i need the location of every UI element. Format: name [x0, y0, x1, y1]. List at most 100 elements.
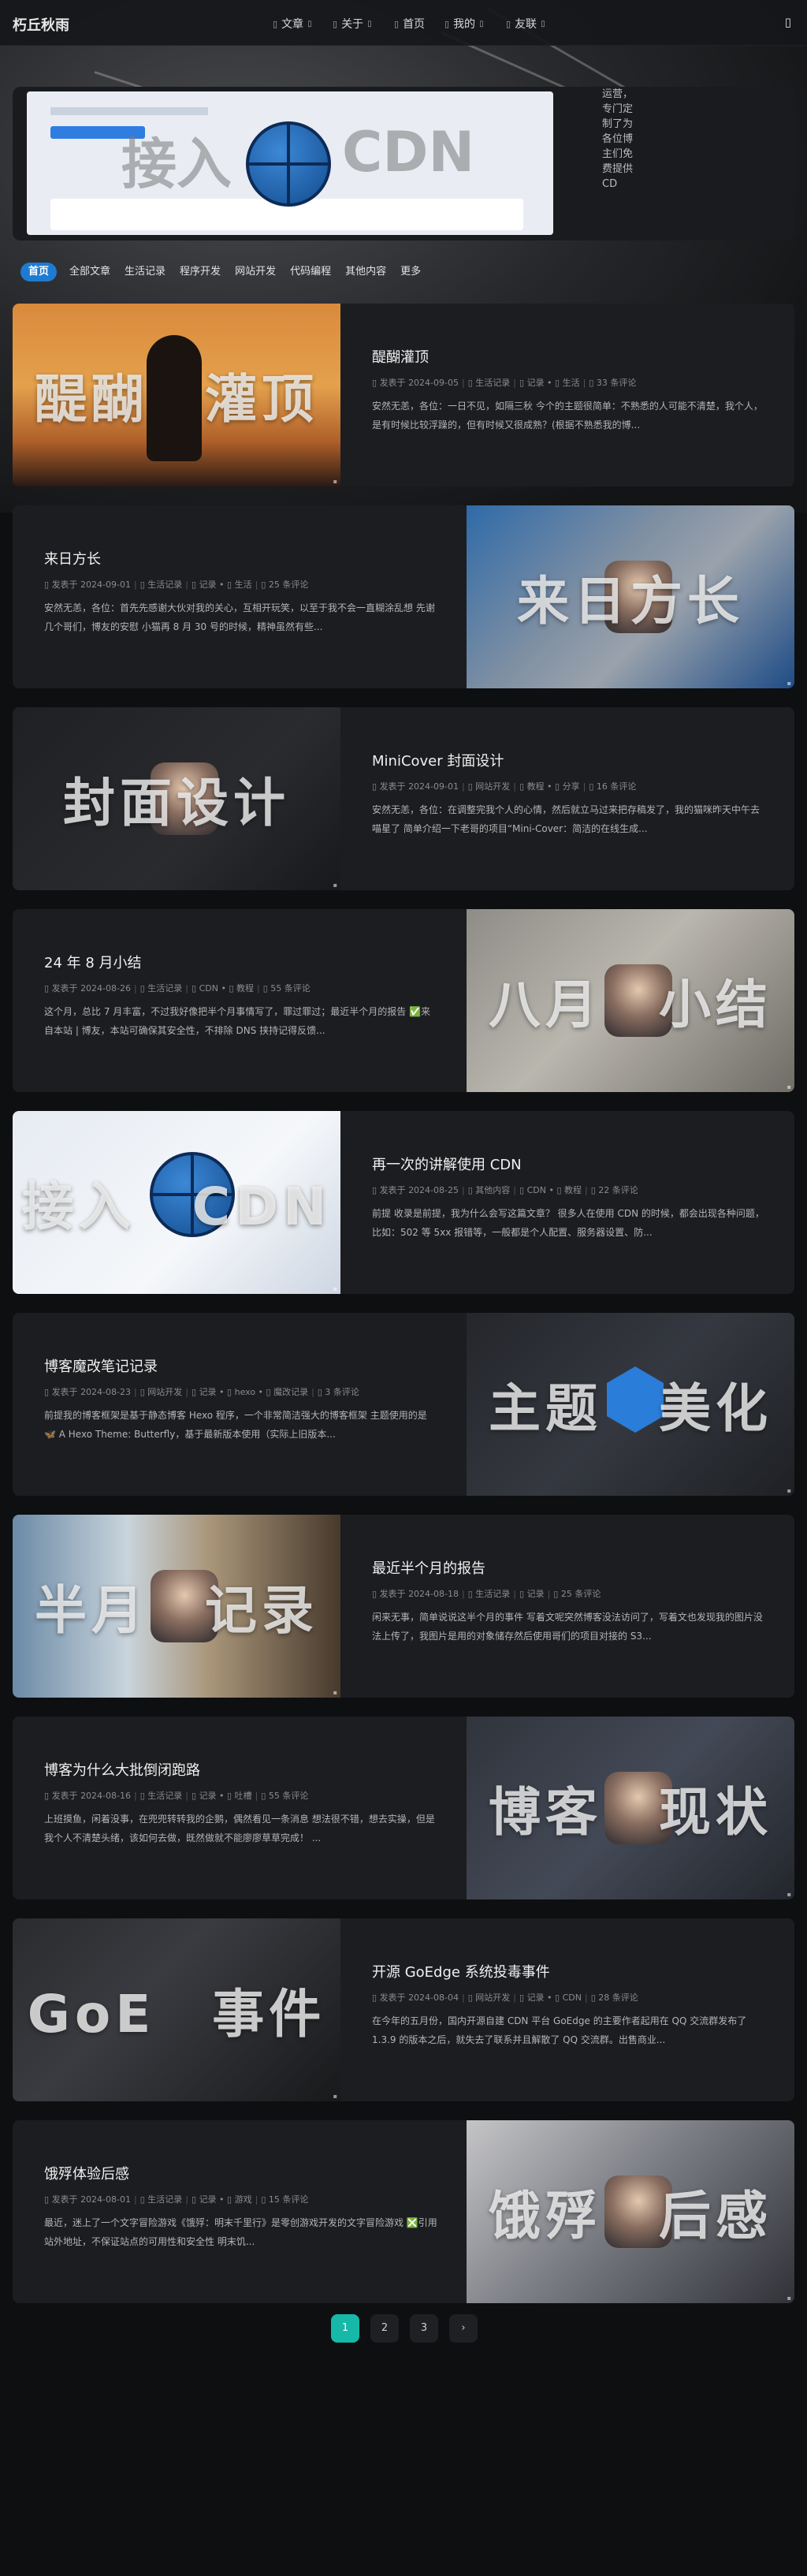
- post-tag[interactable]: ▯ 分享: [555, 781, 580, 792]
- post-tag[interactable]: ▯ 教程: [229, 983, 254, 993]
- post-cover-image[interactable]: 接入 CDN ▪: [13, 1111, 340, 1294]
- post-tag[interactable]: ▯ 记录: [192, 1791, 217, 1801]
- nav-item-articles[interactable]: ▯ 文章 ▯: [273, 16, 312, 32]
- post-cover-image[interactable]: 醍醐 灌顶 ▪: [13, 304, 340, 486]
- post-comments[interactable]: 15 条评论: [269, 2194, 309, 2205]
- post-category[interactable]: 生活记录: [147, 983, 182, 993]
- post-category[interactable]: 网站开发: [475, 1993, 510, 2003]
- post-card[interactable]: 八月 小结 ▪ 24 年 8 月小结 ▯ 发表于 2024-08-26 | ▯ 生活记录 |…: [13, 909, 794, 1092]
- category-life[interactable]: 生活记录: [123, 263, 167, 281]
- post-cover-image[interactable]: 博客 现状 ▪: [467, 1717, 794, 1899]
- post-title[interactable]: 来日方长: [44, 548, 101, 569]
- category-programming[interactable]: 程序开发: [178, 263, 222, 281]
- nav-item-friends[interactable]: ▯ 友联 ▯: [506, 16, 545, 32]
- post-cover-image[interactable]: 封面设计 ▪: [13, 707, 340, 890]
- post-card[interactable]: 主题 美化 ▪ 博客魔改笔记记录 ▯ 发表于 2024-08-23 | ▯ 网站开发 | ▯ …: [13, 1313, 794, 1496]
- featured-post[interactable]: 接入 CDN 运营，专门定制了为各位博主们免费提供CD: [13, 87, 794, 240]
- featured-cover-image[interactable]: 接入 CDN: [27, 91, 553, 235]
- post-cover-image[interactable]: 半月 记录 ▪: [13, 1515, 340, 1698]
- post-tag[interactable]: ▯ 记录: [519, 1993, 545, 2003]
- post-comments[interactable]: 25 条评论: [269, 580, 309, 590]
- post-title[interactable]: 最近半个月的报告: [372, 1557, 485, 1578]
- post-title[interactable]: 博客为什么大批倒闭跑路: [44, 1759, 200, 1780]
- post-title[interactable]: 开源 GoEdge 系统投毒事件: [372, 1961, 550, 1981]
- post-card[interactable]: 封面设计 ▪ MiniCover 封面设计 ▯ 发表于 2024-09-01 | ▯ 网站…: [13, 707, 794, 890]
- post-category[interactable]: 生活记录: [147, 580, 182, 590]
- category-home[interactable]: 首页: [20, 263, 58, 281]
- post-cover-image[interactable]: 八月 小结 ▪: [467, 909, 794, 1092]
- post-comments[interactable]: 22 条评论: [598, 1185, 638, 1195]
- post-comments[interactable]: 16 条评论: [597, 781, 637, 792]
- post-tag[interactable]: ▯ 生活: [555, 378, 580, 388]
- post-category[interactable]: 生活记录: [475, 378, 510, 388]
- post-category[interactable]: 生活记录: [147, 2194, 182, 2205]
- post-card[interactable]: 来日方长 ▪ 来日方长 ▯ 发表于 2024-09-01 | ▯ 生活记录 | ▯ 记录 • …: [13, 505, 794, 688]
- post-tag[interactable]: ▯ 生活: [227, 580, 252, 590]
- page-1[interactable]: 1: [331, 2314, 359, 2343]
- post-tag[interactable]: ▯ 记录: [519, 1589, 545, 1599]
- post-category[interactable]: 其他内容: [475, 1185, 510, 1195]
- post-title[interactable]: 24 年 8 月小结: [44, 952, 142, 972]
- post-title[interactable]: MiniCover 封面设计: [372, 750, 504, 770]
- post-tag[interactable]: ▯ CDN: [519, 1185, 546, 1195]
- site-title[interactable]: 朽丘秋雨: [13, 14, 69, 35]
- comment-icon: ▯: [590, 1185, 596, 1195]
- post-tag[interactable]: ▯ 游戏: [227, 2194, 252, 2205]
- post-cover-text: 封面设计: [63, 773, 290, 833]
- post-tag[interactable]: ▯ 吐槽: [227, 1791, 252, 1801]
- page-3[interactable]: 3: [410, 2314, 438, 2343]
- nav-item-mine[interactable]: ▯ 我的 ▯: [444, 16, 484, 32]
- post-tag[interactable]: ▯ CDN: [192, 983, 218, 993]
- post-card[interactable]: GoE 事件 ▪ 开源 GoEdge 系统投毒事件 ▯ 发表于 2024-08-04 |…: [13, 1918, 794, 2101]
- folder-icon: ▯: [139, 580, 145, 590]
- post-cover-image[interactable]: GoE 事件 ▪: [13, 1918, 340, 2101]
- post-tag[interactable]: ▯ 魔改记录: [266, 1387, 309, 1397]
- meta-prefix: 发表于: [379, 781, 406, 792]
- search-icon[interactable]: ▯: [785, 15, 791, 29]
- post-tag[interactable]: ▯ 记录: [192, 2194, 217, 2205]
- post-comments[interactable]: 55 条评论: [269, 1791, 309, 1801]
- post-tag[interactable]: ▯ 教程: [556, 1185, 582, 1195]
- post-comments[interactable]: 55 条评论: [270, 983, 311, 993]
- post-card[interactable]: 半月 记录 ▪ 最近半个月的报告 ▯ 发表于 2024-08-18 | ▯ 生活记录 | ▯ …: [13, 1515, 794, 1698]
- nav-label: 友联: [515, 18, 537, 31]
- post-cover-image[interactable]: 主题 美化 ▪: [467, 1313, 794, 1496]
- post-category[interactable]: 网站开发: [475, 781, 510, 792]
- post-comments[interactable]: 28 条评论: [598, 1993, 638, 2003]
- post-title[interactable]: 饿殍体验后感: [44, 2163, 129, 2183]
- post-card[interactable]: 接入 CDN ▪ 再一次的讲解使用 CDN ▯ 发表于 2024-08-25 | ▯ 其他…: [13, 1111, 794, 1294]
- post-tag[interactable]: ▯ hexo: [227, 1387, 255, 1397]
- category-all[interactable]: 全部文章: [68, 263, 112, 281]
- post-card[interactable]: 醍醐 灌顶 ▪ 醍醐灌顶 ▯ 发表于 2024-09-05 | ▯ 生活记录 | ▯ 记录 •…: [13, 304, 794, 486]
- folder-icon: ▯: [139, 1387, 145, 1397]
- post-category[interactable]: 生活记录: [147, 1791, 182, 1801]
- post-title[interactable]: 醍醐灌顶: [372, 346, 429, 367]
- post-tag[interactable]: ▯ 记录: [192, 1387, 217, 1397]
- post-card[interactable]: 博客 现状 ▪ 博客为什么大批倒闭跑路 ▯ 发表于 2024-08-16 | ▯ 生活记录…: [13, 1717, 794, 1899]
- page-2[interactable]: 2: [370, 2314, 399, 2343]
- nav-item-home[interactable]: ▯ 首页: [394, 16, 425, 32]
- post-category[interactable]: 生活记录: [475, 1589, 510, 1599]
- next-page-button[interactable]: ›: [449, 2314, 478, 2343]
- nav-item-about[interactable]: ▯ 关于 ▯: [333, 16, 372, 32]
- mock-line: [50, 107, 208, 115]
- post-cover-image[interactable]: 来日方长 ▪: [467, 505, 794, 688]
- post-comments[interactable]: 3 条评论: [325, 1387, 359, 1397]
- category-web[interactable]: 网站开发: [233, 263, 277, 281]
- post-tag[interactable]: ▯ CDN: [555, 1993, 582, 2003]
- nav-label: 关于: [341, 18, 364, 31]
- category-code[interactable]: 代码编程: [288, 263, 333, 281]
- category-more[interactable]: 更多: [399, 263, 422, 281]
- category-other[interactable]: 其他内容: [344, 263, 388, 281]
- post-tag[interactable]: ▯ 记录: [192, 580, 217, 590]
- post-card[interactable]: 饿殍 后感 ▪ 饿殍体验后感 ▯ 发表于 2024-08-01 | ▯ 生活记录 | ▯ 记录…: [13, 2120, 794, 2303]
- post-comments[interactable]: 33 条评论: [597, 378, 637, 388]
- post-title[interactable]: 再一次的讲解使用 CDN: [372, 1154, 522, 1174]
- post-tag[interactable]: ▯ 记录: [519, 378, 545, 388]
- post-cover-image[interactable]: 饿殍 后感 ▪: [467, 2120, 794, 2303]
- post-tag[interactable]: ▯ 教程: [519, 781, 545, 792]
- post-category[interactable]: 网站开发: [147, 1387, 182, 1397]
- watermark-icon: ▪: [333, 882, 337, 889]
- post-comments[interactable]: 25 条评论: [561, 1589, 601, 1599]
- post-title[interactable]: 博客魔改笔记记录: [44, 1355, 158, 1376]
